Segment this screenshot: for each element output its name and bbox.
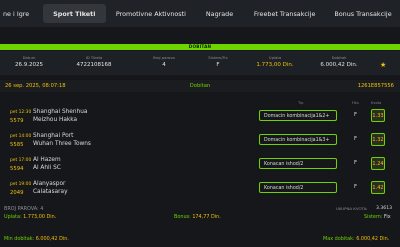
bet-pick: Domacin kombinacija1&3+: [259, 134, 337, 145]
favorite-icon[interactable]: ★: [380, 61, 386, 69]
min-win-value: 6.000,42 Din.: [35, 236, 69, 242]
match-system: F: [354, 112, 358, 118]
match-row: pet 14:00 5585 Shanghai Port Wuhan Three…: [0, 129, 400, 154]
info-win: Dobitak 6.000,42 Din.: [309, 55, 369, 68]
info-value: 4: [162, 62, 166, 68]
info-ticket-id: ID Tiketa 4722108168: [63, 55, 125, 68]
ticket-status-row: 26 sep. 2025, 08:07:18 Dobitan 1261E8575…: [0, 80, 400, 92]
match-system: F: [354, 136, 358, 142]
info-label: Sistem/Fix: [208, 55, 228, 60]
home-team: Alanyaspor: [33, 181, 66, 187]
tab-rewards[interactable]: Nagrade: [196, 4, 243, 23]
status-id: 1261E857556: [357, 83, 394, 89]
away-team: Meizhou Hakka: [33, 117, 78, 123]
away-team: Wuhan Three Towns: [33, 141, 91, 147]
info-stake: Uplata 1.773,00 Din.: [245, 55, 305, 68]
info-value: F: [216, 62, 220, 68]
match-code: 2049: [10, 190, 24, 196]
match-row: pet 17:00 5594 Al Hazem Al Ahli SC Konac…: [0, 153, 400, 178]
pairs-count: BROJ PAROVA: 4: [4, 206, 44, 212]
info-label: Dobitak: [331, 55, 347, 60]
info-label: Datum: [22, 55, 36, 60]
header-tip: Tip: [298, 101, 304, 105]
stake-label: Uplata:: [4, 214, 22, 220]
match-odd: 1.32: [371, 133, 385, 146]
tab-freebet[interactable]: Freebet Transakcije: [243, 4, 326, 23]
total-odds-value: 3.3613: [376, 206, 393, 211]
info-label: ID Tiketa: [85, 55, 103, 60]
match-date: pet 12:30: [10, 110, 32, 115]
tab-games[interactable]: ne i Igre: [0, 4, 43, 23]
tab-bar: ne i Igre Sport Tiketi Promotivne Aktivn…: [0, 0, 400, 27]
match-odd: 1.33: [371, 109, 385, 122]
info-value: 4722108168: [76, 62, 112, 68]
info-value: 1.773,00 Din.: [256, 62, 294, 68]
total-odds-label: UKUPNA KVOTA:: [336, 206, 368, 211]
bet-pick: Domacin kombinacija1&2+: [259, 110, 337, 121]
ticket-info-row: Datum 26.9.2025 ID Tiketa 4722108168 Bro…: [0, 51, 400, 75]
system-value: Fix: [383, 214, 391, 220]
stake-value: 1.773,00 Din.: [23, 214, 57, 220]
header-fix: Fiks: [352, 101, 359, 105]
match-row: Tip Fiks Kvota pet 12:30 5579 Shanghai S…: [0, 101, 400, 130]
match-code: 5579: [10, 118, 24, 124]
info-system: Sistem/Fix F: [192, 55, 244, 68]
tab-promotions[interactable]: Promotivne Aktivnosti: [106, 4, 196, 23]
match-date: pet 17:00: [10, 158, 32, 163]
match-code: 5594: [10, 166, 24, 172]
info-label: Uplata: [268, 55, 282, 60]
bet-pick: Konacan ishod/2: [259, 158, 337, 169]
match-row: pet 19:00 2049 Alanyaspor Calatasaray Ko…: [0, 177, 400, 202]
bet-pick: Konacan ishod/2: [259, 182, 337, 193]
status-text: Dobitan: [189, 83, 211, 89]
info-value: 6.000,42 Din.: [320, 62, 358, 68]
header-odds: Kvota: [371, 101, 382, 105]
home-team: Shanghai Shenhua: [33, 109, 88, 115]
tab-bonus[interactable]: Bonus Transakcije: [326, 4, 400, 23]
info-date: Datum 26.9.2025: [3, 55, 55, 68]
match-odd: 1.42: [371, 181, 385, 194]
away-team: Al Ahli SC: [33, 165, 61, 171]
match-date: pet 19:00: [10, 182, 32, 187]
max-win-label: Max dobitak:: [323, 236, 355, 242]
bonus-value: 174,77 Din.: [192, 214, 221, 220]
system-label: Sistem:: [364, 214, 383, 220]
max-win-value: 6.000,42 Din.: [356, 236, 390, 242]
match-code: 5585: [10, 142, 24, 148]
match-date: pet 14:00: [10, 134, 32, 139]
tab-sport-tickets[interactable]: Sport Tiketi: [42, 4, 106, 23]
min-win-label: Min dobitak:: [4, 236, 35, 242]
ticket-status-banner: DOBITAN: [0, 44, 400, 50]
info-label: Broj parova: [153, 55, 175, 60]
match-system: F: [354, 184, 358, 190]
info-value: 26.9.2025: [15, 62, 43, 68]
home-team: Shanghai Port: [33, 133, 74, 139]
info-pairs: Broj parova 4: [138, 55, 190, 68]
away-team: Calatasaray: [33, 189, 68, 195]
match-odd: 1.24: [371, 157, 385, 170]
home-team: Al Hazem: [33, 157, 61, 163]
match-system: F: [354, 160, 358, 166]
bonus-label: Bonus:: [174, 214, 191, 220]
